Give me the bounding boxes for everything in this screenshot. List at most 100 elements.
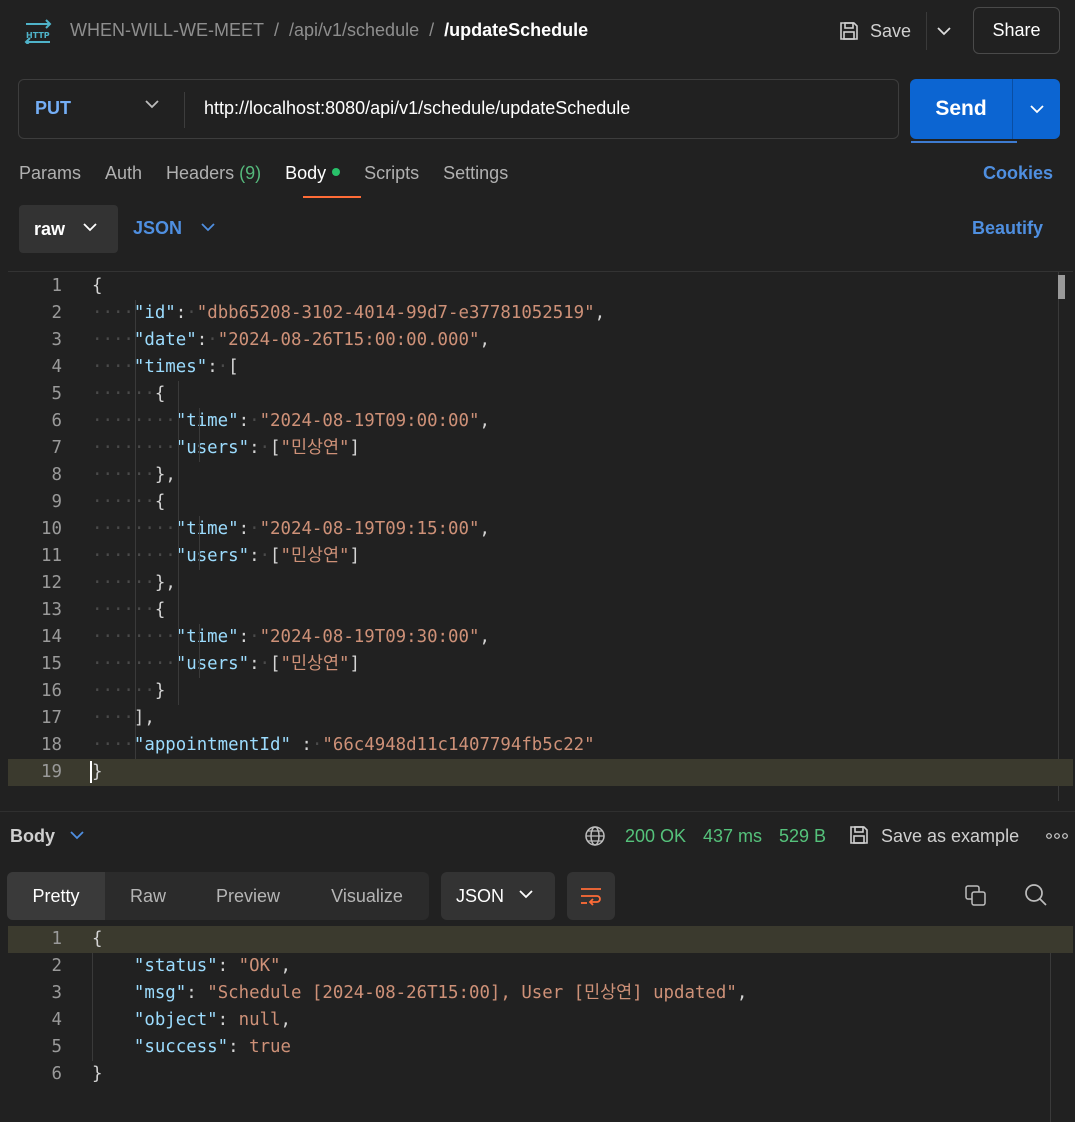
send-options-button[interactable] — [1012, 79, 1060, 139]
indent-guide — [199, 408, 200, 462]
copy-icon[interactable] — [964, 884, 988, 908]
wrap-lines-button[interactable] — [567, 872, 615, 920]
code-text: ········"users":·["민상연"] — [92, 546, 360, 566]
code-line: 14 ········"time":·"2024-08-19T09:30:00", — [8, 624, 1073, 651]
line-number: 17 — [41, 708, 62, 728]
line-number: 2 — [51, 956, 62, 976]
save-options-button[interactable] — [926, 12, 960, 50]
beautify-button[interactable]: Beautify — [972, 218, 1043, 239]
code-text: ····"appointmentId" :·"66c4948d11c140779… — [92, 735, 595, 755]
code-line: 18 ····"appointmentId" :·"66c4948d11c1407… — [8, 732, 1073, 759]
breadcrumb-collection[interactable]: WHEN-WILL-WE-MEET — [70, 20, 264, 40]
response-format-select[interactable]: JSON — [441, 872, 555, 920]
search-icon[interactable] — [1024, 883, 1048, 907]
code-text: ····"id":·"dbb65208-3102-4014-99d7-e3778… — [92, 303, 606, 323]
code-line: 6} — [8, 1061, 1073, 1088]
save-icon — [840, 22, 858, 40]
tab-headers[interactable]: Headers (9) — [166, 163, 261, 187]
line-number: 6 — [51, 1064, 62, 1084]
response-body-label[interactable]: Body — [10, 826, 55, 847]
code-line: 16 ······} — [8, 678, 1073, 705]
body-indicator-dot — [332, 168, 341, 177]
chevron-down-icon — [83, 223, 97, 232]
line-number: 1 — [51, 929, 62, 949]
code-line: 5 "success": true — [8, 1034, 1073, 1061]
save-label: Save — [870, 20, 912, 41]
tab-params[interactable]: Params — [19, 163, 81, 187]
url-input[interactable]: http://localhost:8080/api/v1/schedule/up… — [204, 98, 630, 119]
tab-body-label: Body — [285, 163, 327, 183]
tab-settings[interactable]: Settings — [443, 163, 508, 187]
request-body-editor[interactable]: 1{2 ····"id":·"dbb65208-3102-4014-99d7-e3… — [8, 271, 1073, 801]
response-time[interactable]: 437 ms — [703, 826, 762, 847]
line-number: 13 — [41, 600, 62, 620]
globe-icon[interactable] — [584, 825, 606, 847]
code-text: "status": "OK", — [133, 956, 291, 976]
breadcrumb-folder[interactable]: /api/v1/schedule — [289, 20, 419, 40]
send-focus-underline — [911, 141, 1017, 143]
code-text: ········"time":·"2024-08-19T09:00:00", — [92, 411, 490, 431]
cookies-link[interactable]: Cookies — [983, 163, 1053, 184]
line-number: 4 — [51, 357, 62, 377]
code-text: "object": null, — [133, 1010, 291, 1030]
code-text: { — [92, 276, 103, 296]
code-line: 11 ········"users":·["민상연"] — [8, 543, 1073, 570]
tab-visualize[interactable]: Visualize — [305, 872, 429, 920]
method-select[interactable]: PUT — [35, 98, 71, 119]
code-text: ····"date":·"2024-08-26T15:00:00.000", — [92, 330, 490, 350]
chevron-down-icon[interactable] — [201, 223, 215, 232]
tab-pretty[interactable]: Pretty — [7, 872, 105, 920]
line-number: 3 — [51, 983, 62, 1003]
code-text: ······{ — [92, 384, 166, 404]
send-button[interactable]: Send — [910, 79, 1012, 139]
tab-scripts[interactable]: Scripts — [364, 163, 419, 187]
active-tab-underline — [303, 196, 361, 198]
code-line: 6 ········"time":·"2024-08-19T09:00:00", — [8, 408, 1073, 435]
code-text: ········"users":·["민상연"] — [92, 438, 360, 458]
tab-raw[interactable]: Raw — [105, 872, 191, 920]
code-text: { — [92, 929, 103, 949]
breadcrumb-separator: / — [273, 20, 279, 40]
share-button[interactable]: Share — [973, 7, 1060, 54]
line-number: 2 — [51, 303, 62, 323]
chevron-down-icon[interactable] — [145, 100, 159, 109]
tab-preview[interactable]: Preview — [191, 872, 305, 920]
body-language-select[interactable]: JSON — [133, 218, 182, 239]
line-number: 9 — [51, 492, 62, 512]
line-number: 7 — [51, 438, 62, 458]
tab-body[interactable]: Body — [285, 163, 341, 187]
response-view-tabs: Pretty Raw Preview Visualize — [7, 872, 429, 920]
code-line: 12 ······}, — [8, 570, 1073, 597]
code-line: 2 "status": "OK", — [8, 953, 1073, 980]
code-line: 7 ········"users":·["민상연"] — [8, 435, 1073, 462]
response-body-viewer[interactable]: 1{2 "status": "OK", 3 "msg": "Schedule [2… — [8, 926, 1073, 1122]
code-line: 4 "object": null, — [8, 1007, 1073, 1034]
top-bar: HTTP WHEN-WILL-WE-MEET / /api/v1/schedule /… — [0, 0, 1075, 62]
indent-guide — [135, 300, 136, 759]
body-mode-select[interactable]: raw — [19, 205, 118, 253]
code-line: 4 ····"times":·[ — [8, 354, 1073, 381]
breadcrumb-separator: / — [429, 20, 435, 40]
chevron-down-icon[interactable] — [70, 831, 84, 840]
response-size[interactable]: 529 B — [779, 826, 826, 847]
status-code[interactable]: 200 OK — [625, 826, 686, 847]
save-as-example-button[interactable]: Save as example — [881, 826, 1019, 847]
code-text: ····"times":·[ — [92, 357, 239, 377]
code-line: 9 ······{ — [8, 489, 1073, 516]
indent-guide — [199, 624, 200, 678]
line-number: 5 — [51, 384, 62, 404]
code-line: 1{ — [8, 926, 1073, 953]
save-button[interactable]: Save — [838, 16, 911, 46]
chevron-down-icon — [936, 26, 951, 35]
code-text: ····], — [92, 708, 155, 728]
indent-guide — [178, 381, 179, 705]
code-line: 2 ····"id":·"dbb65208-3102-4014-99d7-e377… — [8, 300, 1073, 327]
code-line: 8 ······}, — [8, 462, 1073, 489]
breadcrumb-request[interactable]: /updateSchedule — [444, 20, 588, 40]
code-text: ······}, — [92, 465, 176, 485]
chevron-down-icon — [1029, 104, 1044, 113]
line-number: 19 — [41, 762, 62, 782]
more-options-icon[interactable] — [1046, 833, 1068, 839]
tab-auth[interactable]: Auth — [105, 163, 142, 187]
headers-count: (9) — [239, 163, 262, 183]
